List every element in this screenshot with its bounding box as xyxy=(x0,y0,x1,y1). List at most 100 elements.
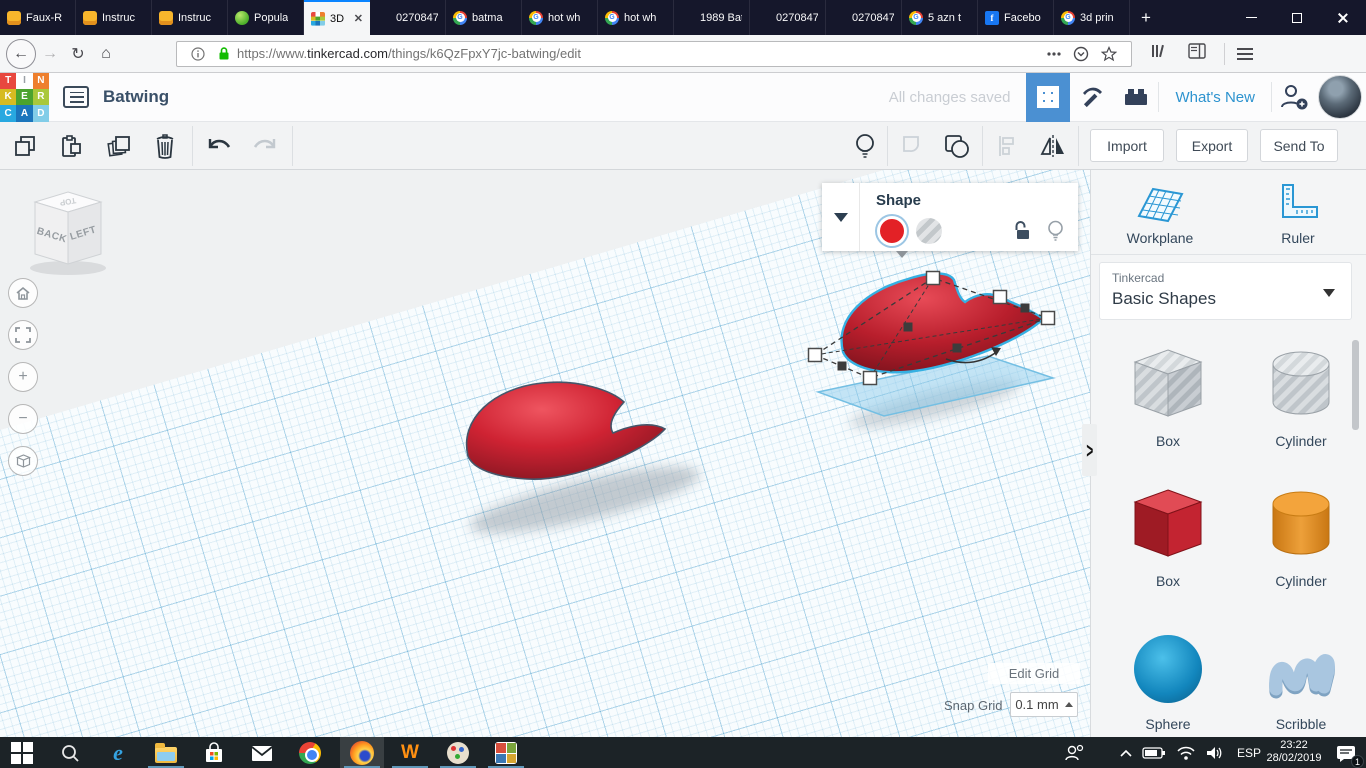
shape-scribble[interactable]: Scribble xyxy=(1241,625,1361,732)
workplane-tool[interactable]: Workplane xyxy=(1091,182,1229,256)
library-icon[interactable] xyxy=(1150,42,1168,65)
shape-cylinder-solid[interactable]: Cylinder xyxy=(1241,482,1361,589)
panel-collapse-button[interactable] xyxy=(822,183,860,251)
group-button[interactable] xyxy=(898,132,928,160)
browser-tab[interactable]: Instruc xyxy=(152,0,228,35)
taskbar-explorer-button[interactable] xyxy=(154,741,178,765)
view-cube[interactable]: BACK LEFT TOP xyxy=(4,178,124,290)
browser-tab[interactable]: 027084740 xyxy=(370,0,446,35)
shape-batwing-selected[interactable] xyxy=(807,270,1056,437)
people-button[interactable] xyxy=(1063,741,1087,765)
whats-new-link[interactable]: What's New xyxy=(1159,89,1271,106)
duplicate-button[interactable] xyxy=(104,132,134,160)
minecraft-export-button[interactable] xyxy=(1070,73,1114,122)
https-lock-icon[interactable] xyxy=(217,46,231,61)
volume-status[interactable] xyxy=(1203,741,1227,765)
start-button[interactable] xyxy=(10,741,34,765)
redo-button[interactable] xyxy=(250,132,280,160)
browser-tab[interactable]: 1989 Batm xyxy=(674,0,750,35)
sidebar-toggle-icon[interactable] xyxy=(1188,43,1206,64)
new-tab-button[interactable]: + xyxy=(1130,0,1162,35)
send-to-button[interactable]: Send To xyxy=(1260,129,1338,162)
taskbar-search-button[interactable] xyxy=(58,741,82,765)
view-home-button[interactable] xyxy=(8,278,38,308)
taskbar-clock[interactable]: 23:22 28/02/2019 xyxy=(1262,739,1326,765)
shape-sphere[interactable]: Sphere xyxy=(1108,625,1228,732)
color-swatch-transparent[interactable] xyxy=(916,218,942,244)
shape-box-transparent[interactable]: Box xyxy=(1108,342,1228,449)
snap-grid-dropdown[interactable]: 0.1 mm xyxy=(1010,692,1078,717)
hide-lightbulb-icon[interactable] xyxy=(1047,220,1064,242)
edit-grid-button[interactable]: Edit Grid xyxy=(988,663,1080,684)
home-button[interactable]: ⌂ xyxy=(92,40,120,68)
back-button[interactable]: ← xyxy=(6,38,36,69)
browser-tab[interactable]: Facebo xyxy=(978,0,1054,35)
unlock-icon[interactable] xyxy=(1013,220,1031,242)
action-center-button[interactable]: 1 xyxy=(1334,741,1364,768)
taskbar-firefox-button[interactable] xyxy=(350,741,374,765)
shape-batwing-unselected[interactable] xyxy=(465,381,705,546)
align-button[interactable] xyxy=(992,132,1022,160)
user-avatar[interactable] xyxy=(1318,75,1362,119)
color-swatch-solid[interactable] xyxy=(880,219,904,243)
browser-tab[interactable]: hot wh xyxy=(522,0,598,35)
browser-tab[interactable]: 027084740 xyxy=(826,0,902,35)
workplane-toggle-button[interactable] xyxy=(8,446,38,476)
tray-expand-button[interactable] xyxy=(1114,741,1138,765)
sidebar-scrollbar[interactable] xyxy=(1352,340,1359,430)
bookmark-star-icon[interactable] xyxy=(1101,45,1117,62)
url-bar[interactable]: https://www. tinkercad.com/things/k6QzFpx… xyxy=(176,40,1132,67)
browser-tab[interactable]: Faux-R xyxy=(0,0,76,35)
window-close-button[interactable] xyxy=(1320,0,1366,35)
language-indicator[interactable]: ESP xyxy=(1237,737,1261,768)
menu-hamburger-icon[interactable] xyxy=(1237,47,1253,60)
tinkercad-logo[interactable]: TIN KER CAD xyxy=(0,72,49,122)
invite-user-button[interactable] xyxy=(1272,73,1316,122)
undo-button[interactable] xyxy=(204,132,234,160)
mirror-button[interactable] xyxy=(1038,132,1068,160)
show-all-button[interactable] xyxy=(850,132,880,160)
battery-status[interactable] xyxy=(1142,741,1166,765)
fit-view-button[interactable] xyxy=(8,320,38,350)
tab-close-icon[interactable]: ✕ xyxy=(354,12,363,25)
browser-tab[interactable]: hot wh xyxy=(598,0,674,35)
taskbar-paint-button[interactable] xyxy=(446,741,470,765)
site-info-icon[interactable] xyxy=(191,46,205,61)
browser-tab[interactable]: 027084740 xyxy=(750,0,826,35)
shape-category-dropdown[interactable]: Tinkercad Basic Shapes xyxy=(1099,262,1352,320)
browser-tab[interactable]: 5 azn t xyxy=(902,0,978,35)
taskbar-store-button[interactable] xyxy=(202,741,226,765)
export-button[interactable]: Export xyxy=(1176,129,1248,162)
browser-tab[interactable]: Instruc xyxy=(76,0,152,35)
taskbar-wps-button[interactable]: W xyxy=(398,741,422,765)
forward-button[interactable]: → xyxy=(36,40,64,68)
ruler-tool[interactable]: Ruler xyxy=(1229,182,1366,256)
taskbar-mail-button[interactable] xyxy=(250,741,274,765)
copy-button[interactable] xyxy=(10,132,40,160)
import-button[interactable]: Import xyxy=(1090,129,1164,162)
design-menu-icon[interactable] xyxy=(63,86,89,108)
lego-export-button[interactable] xyxy=(1114,73,1158,122)
browser-tab[interactable]: 3d prin xyxy=(1054,0,1130,35)
delete-button[interactable] xyxy=(150,132,180,160)
browser-tab[interactable]: batma xyxy=(446,0,522,35)
3d-viewport[interactable]: BACK LEFT TOP + − xyxy=(0,170,1090,737)
reload-button[interactable]: ↻ xyxy=(64,40,92,68)
shape-cylinder-transparent[interactable]: Cylinder xyxy=(1241,342,1361,449)
shape-box-solid[interactable]: Box xyxy=(1108,482,1228,589)
design-title[interactable]: Batwing xyxy=(103,87,169,107)
taskbar-edge-button[interactable]: e xyxy=(106,740,130,765)
paste-button[interactable] xyxy=(56,132,86,160)
window-minimize-button[interactable] xyxy=(1228,0,1274,35)
browser-tab-active[interactable]: 3D ✕ xyxy=(304,0,370,35)
browser-tab[interactable]: Popula xyxy=(228,0,304,35)
zoom-out-button[interactable]: − xyxy=(8,404,38,434)
blocks-view-button[interactable] xyxy=(1026,72,1071,122)
ungroup-button[interactable] xyxy=(942,132,972,160)
taskbar-chrome-button[interactable] xyxy=(298,741,322,765)
sidebar-collapse-handle[interactable]: > xyxy=(1082,424,1097,476)
pocket-icon[interactable] xyxy=(1073,46,1089,62)
zoom-in-button[interactable]: + xyxy=(8,362,38,392)
wifi-status[interactable] xyxy=(1174,741,1198,765)
taskbar-photos-button[interactable] xyxy=(494,741,518,765)
